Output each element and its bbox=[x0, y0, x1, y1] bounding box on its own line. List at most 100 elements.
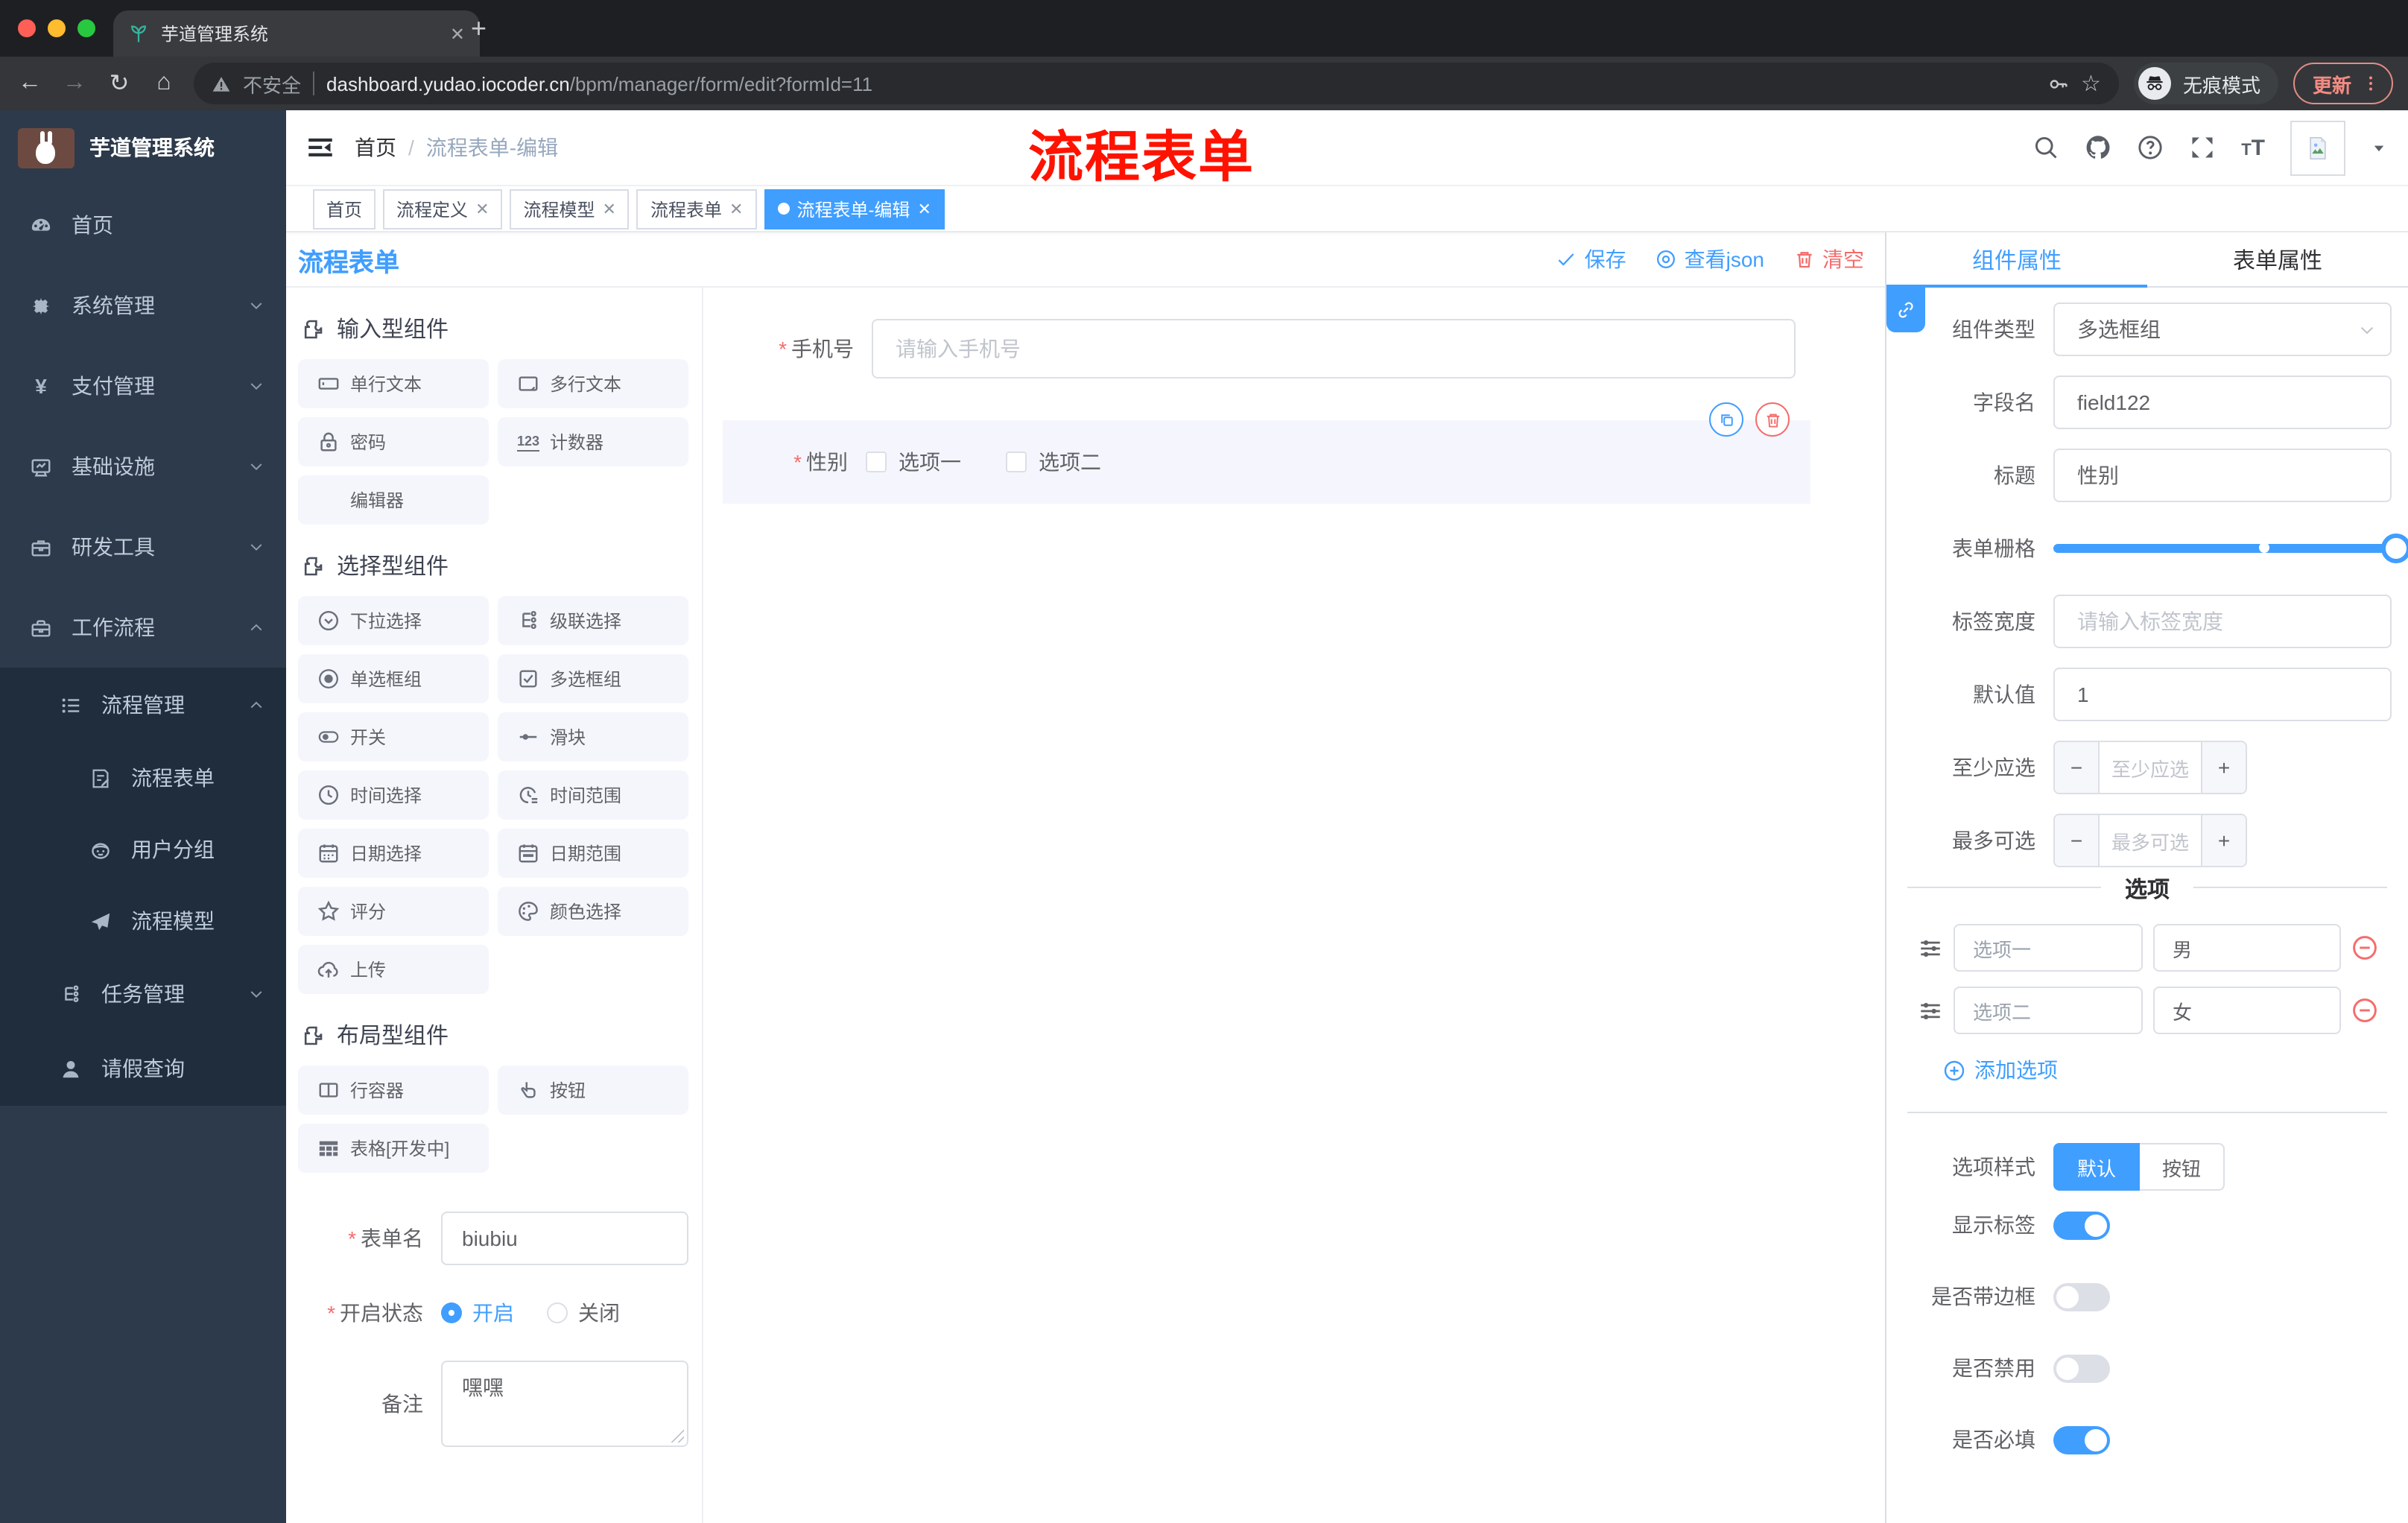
browser-update-button[interactable]: 更新 bbox=[2293, 63, 2393, 104]
url-text[interactable]: dashboard.yudao.iocoder.cn/bpm/manager/f… bbox=[326, 72, 872, 95]
palette-item-评分[interactable]: 评分 bbox=[298, 887, 489, 936]
tag-流程表单-编辑[interactable]: 流程表单-编辑 ✕ bbox=[764, 189, 945, 229]
palette-item-密码[interactable]: 密码 bbox=[298, 417, 489, 466]
close-window-button[interactable] bbox=[18, 19, 36, 37]
sidebar-item-首页[interactable]: 首页 bbox=[0, 185, 286, 265]
plus-button[interactable]: + bbox=[2201, 742, 2246, 793]
status-off-radio[interactable]: 关闭 bbox=[547, 1298, 620, 1328]
palette-item-日期选择[interactable]: 日期选择 bbox=[298, 829, 489, 878]
forward-button[interactable]: → bbox=[60, 70, 89, 97]
palette-item-计数器[interactable]: 123 计数器 bbox=[498, 417, 688, 466]
drag-handle-icon[interactable] bbox=[1918, 998, 1943, 1023]
tag-流程模型[interactable]: 流程模型 ✕ bbox=[510, 189, 630, 229]
copy-field-button[interactable] bbox=[1709, 402, 1743, 437]
gender-field-selected[interactable]: * 性别 选项一 选项二 bbox=[723, 402, 1810, 504]
label-width-input[interactable]: 请输入标签宽度 bbox=[2053, 595, 2392, 648]
remove-option-button[interactable] bbox=[2351, 997, 2378, 1024]
tag-close-icon[interactable]: ✕ bbox=[917, 199, 931, 218]
gender-option-2[interactable]: 选项二 bbox=[1006, 447, 1101, 477]
clear-button[interactable]: 清空 bbox=[1794, 244, 1864, 274]
drag-handle-icon[interactable] bbox=[1918, 935, 1943, 960]
toggle-是否禁用[interactable] bbox=[2053, 1354, 2110, 1382]
plus-button[interactable]: + bbox=[2201, 815, 2246, 866]
sidebar-item-用户分组[interactable]: 用户分组 bbox=[0, 814, 286, 885]
sidebar-item-流程表单[interactable]: 流程表单 bbox=[0, 742, 286, 814]
sidebar-item-研发工具[interactable]: 研发工具 bbox=[0, 507, 286, 587]
sidebar-item-工作流程[interactable]: 工作流程 bbox=[0, 587, 286, 668]
save-button[interactable]: 保存 bbox=[1556, 244, 1626, 274]
delete-field-button[interactable] bbox=[1755, 402, 1790, 437]
toggle-显示标签[interactable] bbox=[2053, 1211, 2110, 1239]
max-select-stepper[interactable]: − 最多可选 + bbox=[2053, 814, 2247, 867]
slider-handle[interactable] bbox=[2381, 533, 2408, 563]
palette-item-单选框组[interactable]: 单选框组 bbox=[298, 654, 489, 703]
palette-item-时间选择[interactable]: 时间选择 bbox=[298, 770, 489, 820]
sidebar-item-任务管理[interactable]: 任务管理 bbox=[0, 957, 286, 1031]
tab-close-icon[interactable]: ✕ bbox=[450, 23, 465, 44]
minus-button[interactable]: − bbox=[2055, 815, 2100, 866]
sidebar-item-系统管理[interactable]: 系统管理 bbox=[0, 265, 286, 346]
palette-item-上传[interactable]: 上传 bbox=[298, 945, 489, 994]
status-on-radio[interactable]: 开启 bbox=[441, 1298, 514, 1328]
tab-component-props[interactable]: 组件属性 bbox=[1886, 232, 2147, 286]
tab-form-props[interactable]: 表单属性 bbox=[2147, 232, 2408, 286]
remove-option-button[interactable] bbox=[2351, 934, 2378, 961]
sidebar-item-流程管理[interactable]: 流程管理 bbox=[0, 668, 286, 742]
bookmark-star-icon[interactable]: ☆ bbox=[2081, 70, 2101, 97]
font-size-icon[interactable]: TT bbox=[2241, 135, 2265, 160]
tag-流程表单[interactable]: 流程表单 ✕ bbox=[636, 189, 757, 229]
style-button-button[interactable]: 按钮 bbox=[2140, 1143, 2225, 1191]
sidebar-item-请假查询[interactable]: 请假查询 bbox=[0, 1031, 286, 1106]
avatar[interactable] bbox=[2290, 120, 2345, 175]
palette-item-下拉选择[interactable]: 下拉选择 bbox=[298, 596, 489, 645]
title-input[interactable]: 性别 bbox=[2053, 449, 2392, 502]
tag-close-icon[interactable]: ✕ bbox=[603, 199, 616, 218]
palette-item-行容器[interactable]: 行容器 bbox=[298, 1066, 489, 1115]
max-select-input[interactable]: 最多可选 bbox=[2100, 815, 2201, 866]
maximize-window-button[interactable] bbox=[77, 19, 95, 37]
back-button[interactable]: ← bbox=[15, 70, 45, 97]
reload-button[interactable]: ↻ bbox=[104, 69, 134, 98]
tag-首页[interactable]: 首页 bbox=[313, 189, 376, 229]
checkbox-icon[interactable] bbox=[1006, 452, 1027, 472]
search-icon[interactable] bbox=[2032, 134, 2059, 161]
breadcrumb-home[interactable]: 首页 bbox=[355, 133, 396, 162]
palette-item-开关[interactable]: 开关 bbox=[298, 712, 489, 762]
palette-item-按钮[interactable]: 按钮 bbox=[498, 1066, 688, 1115]
sidebar-item-基础设施[interactable]: 基础设施 bbox=[0, 426, 286, 507]
palette-item-日期范围[interactable]: 日期范围 bbox=[498, 829, 688, 878]
palette-item-时间范围[interactable]: 时间范围 bbox=[498, 770, 688, 820]
new-tab-button[interactable]: + bbox=[471, 15, 487, 42]
browser-menu-dots-icon[interactable] bbox=[2362, 75, 2380, 92]
palette-item-颜色选择[interactable]: 颜色选择 bbox=[498, 887, 688, 936]
palette-item-多选框组[interactable]: 多选框组 bbox=[498, 654, 688, 703]
option-value-input[interactable]: 男 bbox=[2153, 924, 2341, 972]
option-label-input[interactable]: 选项一 bbox=[1954, 924, 2143, 972]
palette-item-多行文本[interactable]: 多行文本 bbox=[498, 359, 688, 408]
sidebar-logo[interactable]: 芋道管理系统 bbox=[0, 110, 286, 185]
palette-item-单行文本[interactable]: 单行文本 bbox=[298, 359, 489, 408]
checkbox-icon[interactable] bbox=[866, 452, 887, 472]
tag-close-icon[interactable]: ✕ bbox=[729, 199, 743, 218]
add-option-button[interactable]: 添加选项 bbox=[1943, 1055, 2408, 1085]
sidebar-item-流程模型[interactable]: 流程模型 bbox=[0, 885, 286, 957]
default-value-input[interactable]: 1 bbox=[2053, 668, 2392, 721]
toggle-是否带边框[interactable] bbox=[2053, 1282, 2110, 1311]
min-select-input[interactable]: 至少应选 bbox=[2100, 742, 2201, 793]
address-bar[interactable]: 不安全 dashboard.yudao.iocoder.cn/bpm/manag… bbox=[194, 63, 2119, 104]
option-value-input[interactable]: 女 bbox=[2153, 987, 2341, 1034]
avatar-caret-icon[interactable] bbox=[2371, 139, 2387, 156]
link-handle-button[interactable] bbox=[1886, 288, 1925, 332]
sidebar-item-支付管理[interactable]: ¥ 支付管理 bbox=[0, 346, 286, 426]
resize-grip-icon[interactable] bbox=[671, 1429, 684, 1443]
phone-field-input[interactable]: 请输入手机号 bbox=[872, 319, 1796, 379]
option-label-input[interactable]: 选项二 bbox=[1954, 987, 2143, 1034]
palette-item-表格[开发中][interactable]: 表格[开发中] bbox=[298, 1124, 489, 1173]
help-icon[interactable] bbox=[2137, 134, 2164, 161]
style-default-button[interactable]: 默认 bbox=[2053, 1143, 2141, 1191]
palette-item-级联选择[interactable]: 级联选择 bbox=[498, 596, 688, 645]
form-name-input[interactable]: biubiu bbox=[441, 1212, 688, 1265]
security-label[interactable]: 不安全 bbox=[243, 69, 301, 98]
form-remark-textarea[interactable]: 嘿嘿 bbox=[441, 1361, 688, 1447]
github-icon[interactable] bbox=[2085, 134, 2111, 161]
